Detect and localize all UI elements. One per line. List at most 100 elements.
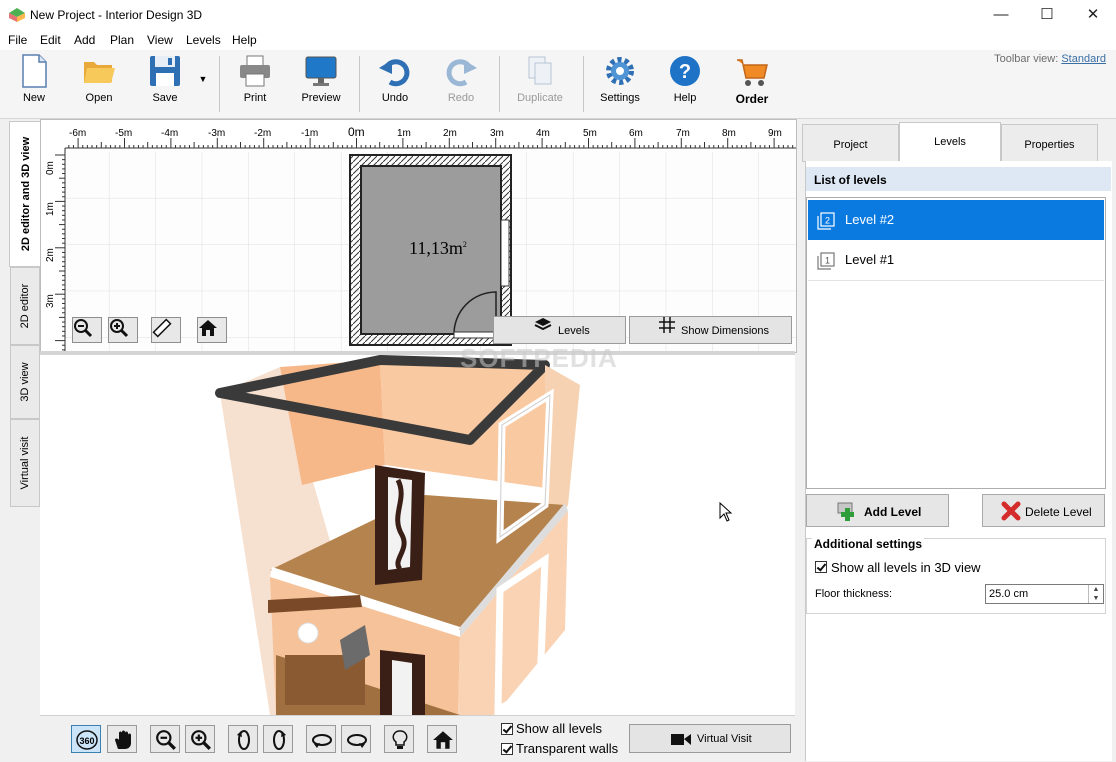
tab-project[interactable]: Project [802,124,899,162]
list-of-levels-header: List of levels [806,167,1111,191]
tab-levels[interactable]: Levels [899,122,1001,162]
preview-label: Preview [301,92,341,104]
duplicate-icon [528,56,552,85]
home-3d-button[interactable] [427,725,457,753]
tab-3d-view[interactable]: 3D view [10,345,40,419]
close-button[interactable]: ✕ [1070,0,1116,30]
order-button[interactable]: Order [726,54,778,114]
save-label: Save [152,92,178,104]
rotate-right-button[interactable] [263,725,293,753]
menu-file[interactable]: File [8,33,27,47]
show-all-levels-3d-label: Show all levels in 3D view [831,560,981,575]
ruler-label: 2m [443,128,457,139]
rotate-vertical-left-icon [237,730,250,750]
spin-down-icon[interactable]: ▼ [1088,594,1103,603]
menu-view[interactable]: View [147,33,173,47]
save-dropdown-arrow-icon[interactable]: ▼ [196,74,210,88]
menu-edit[interactable]: Edit [40,33,61,47]
ruler-label: 5m [583,128,597,139]
rotate-360-text: 360 [79,736,94,746]
minimize-button[interactable]: — [978,0,1024,30]
help-button[interactable]: ? Help [661,54,709,114]
order-label: Order [735,92,769,106]
measure-button[interactable] [151,317,181,343]
save-button[interactable]: Save [140,54,190,114]
show-dimensions-button[interactable]: Show Dimensions [629,316,792,344]
ruler-icon [152,318,172,338]
tab-2d-editor[interactable]: 2D editor [10,267,40,345]
undo-button[interactable]: Undo [370,54,420,114]
list-item[interactable]: 2 Level #2 [808,200,1104,240]
levels-button[interactable]: Levels [493,316,626,344]
help-label: Help [673,92,697,104]
list-item[interactable]: 1 Level #1 [808,240,1104,281]
tab-properties[interactable]: Properties [1001,124,1098,162]
view-3d[interactable] [40,355,795,715]
toolbar-view-link[interactable]: Standard [1061,53,1106,65]
hand-icon [115,730,131,749]
tab-label: 2D editor and 3D view [19,136,32,252]
menu-help[interactable]: Help [232,33,257,47]
show-all-levels-3d-checkbox[interactable] [815,561,827,573]
rotate-vertical-right-icon [273,730,286,750]
virtual-visit-button[interactable]: Virtual Visit [629,724,791,753]
menu-plan[interactable]: Plan [110,33,134,47]
help-question-icon: ? [670,56,700,86]
ruler-label: -6m [69,128,87,139]
rotate-360-icon: 360 [76,730,98,750]
tab-label: Virtual visit [19,436,31,490]
lighting-button[interactable] [384,725,414,753]
preview-button[interactable]: Preview [296,54,346,114]
floor-thickness-stepper[interactable]: 25.0 cm ▲ ▼ [985,584,1104,604]
toolbar-separator [359,56,360,112]
house-3d-model[interactable] [40,355,795,715]
ruler-label: 4m [536,128,550,139]
rotate-left-button[interactable] [228,725,258,753]
orbit-left-button[interactable] [306,725,336,753]
transparent-walls-label: Transparent walls [516,741,619,756]
home-view-button[interactable] [197,317,227,343]
settings-button[interactable]: Settings [594,54,646,114]
ruler-label: 9m [768,128,782,139]
floor-thickness-value: 25.0 cm [989,588,1029,600]
show-all-levels-checkbox[interactable] [501,723,513,735]
menu-add[interactable]: Add [74,33,95,47]
toolbar-separator [499,56,500,112]
duplicate-button[interactable]: Duplicate [510,54,570,114]
new-label: New [22,92,45,104]
floppy-disk-icon [150,56,180,86]
redo-button[interactable]: Redo [436,54,486,114]
open-button[interactable]: Open [74,54,124,114]
spin-up-icon[interactable]: ▲ [1088,585,1103,594]
zoom-out-button[interactable] [72,317,102,343]
redo-label: Redo [447,92,475,104]
redo-icon [446,59,477,87]
pan-hand-button[interactable] [107,725,137,753]
add-level-button[interactable]: Add Level [806,494,949,527]
delete-level-label: Delete Level [1025,505,1092,519]
tab-2d-editor-and-3d-view[interactable]: 2D editor and 3D view [9,121,41,267]
orbit-right-button[interactable] [341,725,371,753]
rotate-360-button[interactable]: 360 [71,725,101,753]
zoom-in-icon [110,319,129,338]
delete-level-button[interactable]: Delete Level [982,494,1105,527]
zoom-in-button[interactable] [108,317,138,343]
level-stack-icon: 2 [817,212,835,230]
level-name: Level #2 [845,212,895,227]
toolbar-view-label: Toolbar view: [994,53,1059,65]
floor-thickness-label: Floor thickness: [815,588,893,600]
undo-icon [379,59,410,87]
transparent-walls-checkbox[interactable] [501,743,513,755]
home-icon [433,731,453,749]
print-button[interactable]: Print [230,54,280,114]
plan-editor-2d[interactable]: -6m -5m -4m -3m -2m -1m 0m 1m 2m 3m 4m 5… [40,119,797,353]
zoom-in-3d-button[interactable] [185,725,215,753]
app-logo-icon [9,8,25,22]
new-button[interactable]: New [10,54,58,114]
tab-label: 2D editor [19,283,31,329]
tab-virtual-visit[interactable]: Virtual visit [10,419,40,507]
maximize-button[interactable]: ☐ [1024,0,1070,30]
zoom-out-3d-button[interactable] [150,725,180,753]
levels-button-label: Levels [558,325,590,337]
menu-levels[interactable]: Levels [186,33,221,47]
